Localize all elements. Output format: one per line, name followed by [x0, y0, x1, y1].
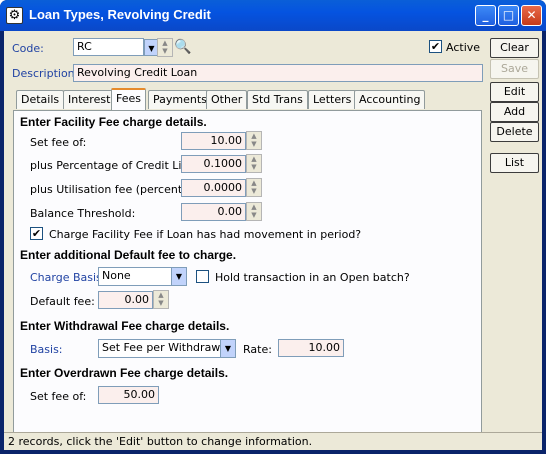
default-fee-field[interactable]: 0.00 [98, 291, 153, 309]
maximize-button[interactable]: □ [498, 5, 519, 26]
close-button[interactable]: ✕ [521, 5, 542, 26]
code-label: Code: [12, 42, 44, 55]
movement-checkbox[interactable]: ✔ [30, 227, 43, 240]
chevron-down-icon[interactable]: ▼ [220, 340, 235, 357]
tab-payments[interactable]: Payments [148, 90, 212, 109]
fees-panel: Enter Facility Fee charge details. Set f… [13, 110, 482, 433]
rate-label: Rate: [243, 343, 272, 356]
tab-std-trans[interactable]: Std Trans [247, 90, 308, 109]
window: ⚙ Loan Types, Revolving Credit _ □ ✕ Cod… [0, 0, 546, 454]
minimize-button[interactable]: _ [475, 5, 496, 26]
client-area: Code: RC ▼ ▲ ▼ 🔍 ✔ Active Description: Re… [4, 31, 542, 450]
percentage-label: plus Percentage of Credit Limit: [30, 159, 204, 172]
chevron-down-icon[interactable]: ▼ [171, 268, 186, 285]
set-fee-label: Set fee of: [30, 136, 87, 149]
title-bar[interactable]: ⚙ Loan Types, Revolving Credit _ □ ✕ [0, 0, 546, 31]
set-fee-field[interactable]: 10.00 [181, 132, 246, 150]
percentage-field[interactable]: 0.1000 [181, 155, 246, 173]
active-label: Active [446, 41, 481, 54]
default-fee-label: Default fee: [30, 295, 95, 308]
charge-basis-value: None [102, 269, 131, 282]
default-fee-spinner[interactable]: ▲ ▼ [153, 290, 169, 309]
tab-fees[interactable]: Fees [111, 88, 146, 110]
hold-checkbox[interactable] [196, 270, 209, 283]
description-field[interactable]: Revolving Credit Loan [73, 64, 483, 82]
threshold-label: Balance Threshold: [30, 207, 136, 220]
default-fee-heading: Enter additional Default fee to charge. [20, 248, 237, 262]
utilisation-spinner[interactable]: ▲ ▼ [246, 178, 262, 197]
charge-basis-label: Charge Basis: [30, 271, 106, 284]
tab-details[interactable]: Details [16, 90, 65, 109]
facility-heading: Enter Facility Fee charge details. [20, 115, 207, 129]
rate-field[interactable]: 10.00 [278, 339, 344, 357]
tab-letters[interactable]: Letters [308, 90, 357, 109]
withdrawal-heading: Enter Withdrawal Fee charge details. [20, 319, 230, 333]
code-spinner[interactable]: ▲ ▼ [157, 38, 173, 57]
charge-basis-select[interactable]: None ▼ [98, 267, 187, 286]
hold-label: Hold transaction in an Open batch? [215, 271, 410, 284]
tab-other[interactable]: Other [206, 90, 248, 109]
overdrawn-fee-label: Set fee of: [30, 390, 87, 403]
description-label: Description: [12, 67, 79, 80]
list-button[interactable]: List [490, 153, 539, 173]
set-fee-spinner[interactable]: ▲ ▼ [246, 131, 262, 150]
save-button[interactable]: Save [490, 59, 539, 79]
overdrawn-heading: Enter Overdrawn Fee charge details. [20, 366, 229, 380]
withdrawal-basis-select[interactable]: Set Fee per Withdrawal ▼ [98, 339, 236, 358]
withdrawal-basis-label: Basis: [30, 343, 63, 356]
active-checkbox[interactable]: ✔ [429, 40, 442, 53]
binoculars-icon[interactable]: 🔍 [174, 38, 192, 56]
delete-button[interactable]: Delete [490, 122, 539, 142]
utilisation-field[interactable]: 0.0000 [181, 179, 246, 197]
add-button[interactable]: Add [490, 102, 539, 122]
code-field[interactable]: RC [73, 38, 144, 56]
percentage-spinner[interactable]: ▲ ▼ [246, 154, 262, 173]
tab-accounting[interactable]: Accounting [354, 90, 426, 109]
utilisation-label: plus Utilisation fee (percent): [30, 183, 191, 196]
window-title: Loan Types, Revolving Credit [29, 7, 211, 22]
withdrawal-basis-value: Set Fee per Withdrawal [102, 341, 231, 354]
app-icon: ⚙ [6, 7, 23, 24]
clear-button[interactable]: Clear [490, 38, 539, 58]
threshold-spinner[interactable]: ▲ ▼ [246, 202, 262, 221]
overdrawn-fee-field[interactable]: 50.00 [98, 386, 159, 404]
movement-label: Charge Facility Fee if Loan has had move… [49, 228, 362, 241]
edit-button[interactable]: Edit [490, 82, 539, 102]
tab-interest[interactable]: Interest [63, 90, 116, 109]
status-bar: 2 records, click the 'Edit' button to ch… [4, 432, 542, 450]
threshold-field[interactable]: 0.00 [181, 203, 246, 221]
